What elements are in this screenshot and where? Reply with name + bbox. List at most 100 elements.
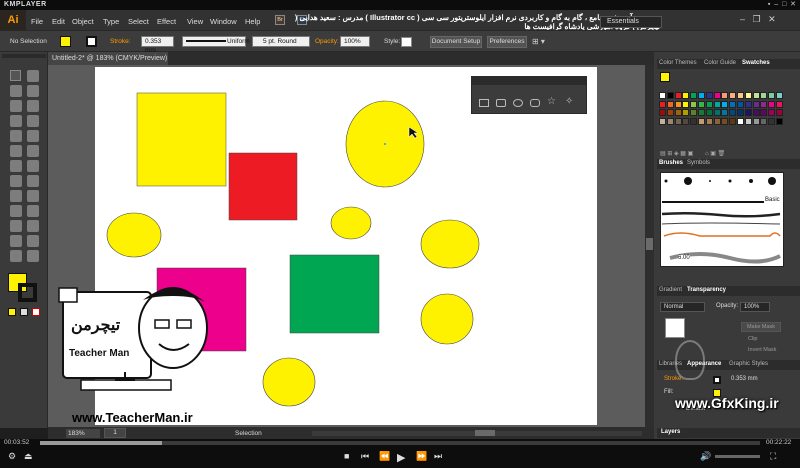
color-swatch[interactable] [674, 92, 682, 99]
color-swatch[interactable] [729, 117, 737, 125]
page-number-field[interactable]: 1 [104, 428, 126, 438]
color-swatch[interactable] [776, 109, 783, 116]
color-swatch[interactable] [729, 100, 737, 108]
color-swatch[interactable] [744, 92, 752, 99]
tab-layers[interactable]: Layers [661, 429, 680, 435]
invert-mask-checkbox[interactable]: Invert Mask [748, 347, 776, 353]
rewind-icon[interactable]: ⏪ [379, 451, 390, 462]
tab-color-themes[interactable]: Color Themes [659, 60, 697, 66]
charcoal-brush-stroke[interactable] [661, 211, 781, 218]
brush-dot[interactable] [728, 179, 732, 183]
color-swatch[interactable] [729, 92, 737, 99]
color-swatch[interactable] [682, 117, 690, 125]
tab-symbols[interactable]: Symbols [687, 160, 710, 166]
tab-gradient[interactable]: Gradient [659, 287, 682, 293]
color-swatch[interactable] [698, 109, 705, 116]
clip-checkbox[interactable]: Clip [748, 336, 757, 342]
color-swatch[interactable] [698, 117, 705, 125]
next-icon[interactable]: ⏭ [434, 451, 442, 462]
yellow-circle-right[interactable] [420, 293, 474, 345]
brush-dot[interactable] [768, 177, 776, 185]
tab-graphic-styles[interactable]: Graphic Styles [729, 361, 768, 367]
color-swatch[interactable] [768, 100, 776, 108]
color-swatch[interactable] [721, 100, 729, 108]
color-swatch[interactable] [666, 117, 674, 125]
color-swatch[interactable] [690, 117, 698, 125]
color-swatch[interactable] [674, 109, 682, 116]
color-swatch[interactable] [682, 100, 690, 108]
horizontal-scrollbar-thumb[interactable] [475, 430, 495, 436]
brush-dot[interactable] [684, 177, 692, 185]
color-swatch[interactable] [768, 117, 776, 125]
color-swatch[interactable] [768, 109, 776, 116]
color-swatch[interactable] [737, 92, 744, 99]
color-swatch[interactable] [674, 100, 682, 108]
fast-forward-icon[interactable]: ⏩ [416, 451, 427, 462]
yellow-ellipse-right[interactable] [420, 219, 480, 269]
color-swatch[interactable] [752, 100, 760, 108]
active-fill-swatch[interactable] [660, 72, 670, 82]
color-swatch[interactable] [737, 109, 744, 116]
color-swatch[interactable] [690, 92, 698, 99]
appearance-fill-label[interactable]: Fill: [664, 389, 673, 395]
volume-slider[interactable] [715, 455, 760, 458]
flare-tool-icon[interactable]: ✧ [565, 96, 573, 107]
color-swatch[interactable] [721, 117, 729, 125]
color-swatch[interactable] [705, 100, 713, 108]
tab-transparency[interactable]: Transparency [687, 287, 726, 293]
color-swatch[interactable] [737, 100, 744, 108]
zoom-level-field[interactable]: 183% [66, 429, 100, 438]
color-swatch[interactable] [713, 92, 721, 99]
volume-icon[interactable]: 🔊 [700, 451, 711, 462]
color-swatch[interactable] [776, 100, 783, 108]
yellow-square[interactable] [136, 92, 227, 187]
color-swatch[interactable] [737, 117, 744, 125]
color-swatch[interactable] [768, 92, 776, 99]
color-swatch[interactable] [752, 92, 760, 99]
color-swatch[interactable] [659, 109, 666, 116]
color-swatch[interactable] [690, 100, 698, 108]
color-swatch[interactable] [690, 109, 698, 116]
color-swatch[interactable] [682, 109, 690, 116]
tab-color-guide[interactable]: Color Guide [704, 60, 736, 66]
blend-mode-select[interactable]: Normal [660, 302, 705, 312]
color-swatch[interactable] [705, 109, 713, 116]
stop-icon[interactable]: ■ [344, 451, 349, 461]
previous-icon[interactable]: ⏮ [361, 451, 369, 462]
art-brush-stroke[interactable] [663, 232, 781, 237]
vertical-scrollbar-thumb[interactable] [646, 238, 653, 250]
color-swatch[interactable] [744, 100, 752, 108]
rectangle-tool-icon[interactable] [479, 99, 489, 107]
transparency-opacity-field[interactable]: 100% [740, 302, 770, 312]
color-swatch[interactable] [698, 100, 705, 108]
color-swatch[interactable] [713, 100, 721, 108]
color-swatch[interactable] [760, 117, 768, 125]
yellow-ellipse-left[interactable] [106, 212, 162, 258]
color-swatch[interactable] [776, 117, 783, 125]
yellow-circle-bottom[interactable] [262, 357, 316, 407]
green-square[interactable] [289, 254, 380, 334]
brush-dot[interactable] [664, 179, 668, 183]
color-swatch[interactable] [760, 92, 768, 99]
color-swatch[interactable] [705, 117, 713, 125]
color-swatch[interactable] [744, 117, 752, 125]
fullscreen-icon[interactable]: ⛶ [770, 451, 776, 462]
settings-icon[interactable]: ⚙ [8, 451, 16, 462]
color-swatch[interactable] [705, 92, 713, 99]
color-swatch[interactable] [776, 92, 783, 99]
yellow-ellipse-small[interactable] [330, 206, 372, 240]
color-swatch[interactable] [666, 100, 674, 108]
pencil-brush-stroke[interactable] [661, 222, 781, 225]
brush-dot[interactable] [709, 180, 711, 182]
color-swatch[interactable] [713, 109, 721, 116]
make-mask-button[interactable]: Make Mask [741, 322, 781, 332]
color-swatch[interactable] [721, 109, 729, 116]
tab-brushes[interactable]: Brushes [659, 160, 683, 166]
polygon-tool-icon[interactable] [530, 99, 540, 107]
color-swatch[interactable] [721, 92, 729, 99]
star-tool-icon[interactable]: ☆ [547, 96, 556, 107]
color-swatch[interactable] [674, 117, 682, 125]
color-swatch[interactable] [752, 109, 760, 116]
object-thumbnail[interactable] [665, 318, 685, 338]
brush-dot[interactable] [749, 179, 753, 183]
